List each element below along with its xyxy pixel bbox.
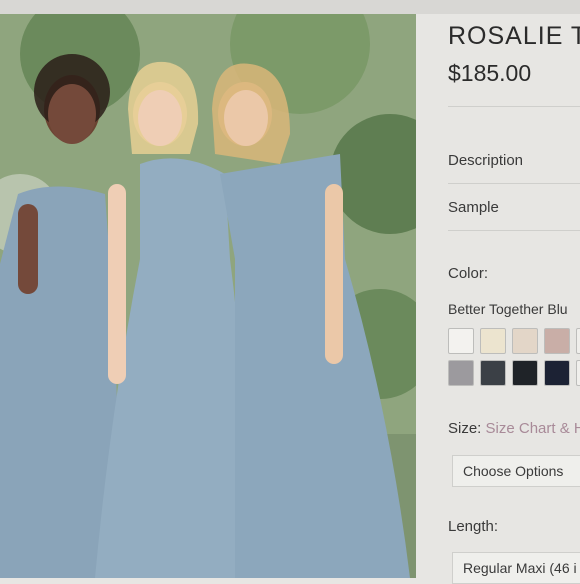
color-swatch[interactable] (544, 360, 570, 386)
product-photo-illustration (0, 14, 416, 578)
color-swatches (448, 328, 580, 386)
color-swatch[interactable] (480, 328, 506, 354)
size-chart-link[interactable]: Size Chart & H (486, 420, 580, 437)
size-row: Size: Size Chart & H (448, 420, 580, 437)
description-accordion[interactable]: Description (448, 152, 523, 169)
length-label: Length: (448, 518, 499, 535)
product-price: $185.00 (448, 60, 532, 86)
product-photo (0, 14, 416, 578)
color-swatch[interactable] (448, 328, 474, 354)
color-swatch[interactable] (480, 360, 506, 386)
size-select[interactable]: Choose Options (452, 455, 580, 487)
sample-accordion[interactable]: Sample (448, 199, 499, 216)
divider (448, 106, 580, 107)
length-select[interactable]: Regular Maxi (46 i (452, 552, 580, 584)
divider (448, 230, 580, 231)
product-panel: ROSALIE T $185.00 Description Sample Col… (430, 0, 580, 584)
color-swatch[interactable] (576, 328, 580, 354)
product-title: ROSALIE T (448, 22, 580, 50)
color-swatch[interactable] (512, 328, 538, 354)
color-swatch[interactable] (576, 360, 580, 386)
divider (448, 183, 580, 184)
color-swatch[interactable] (544, 328, 570, 354)
color-label: Color: (448, 265, 489, 282)
selected-color-name: Better Together Blu (448, 301, 568, 317)
size-label: Size: (448, 420, 482, 437)
color-swatch[interactable] (448, 360, 474, 386)
color-swatch[interactable] (512, 360, 538, 386)
